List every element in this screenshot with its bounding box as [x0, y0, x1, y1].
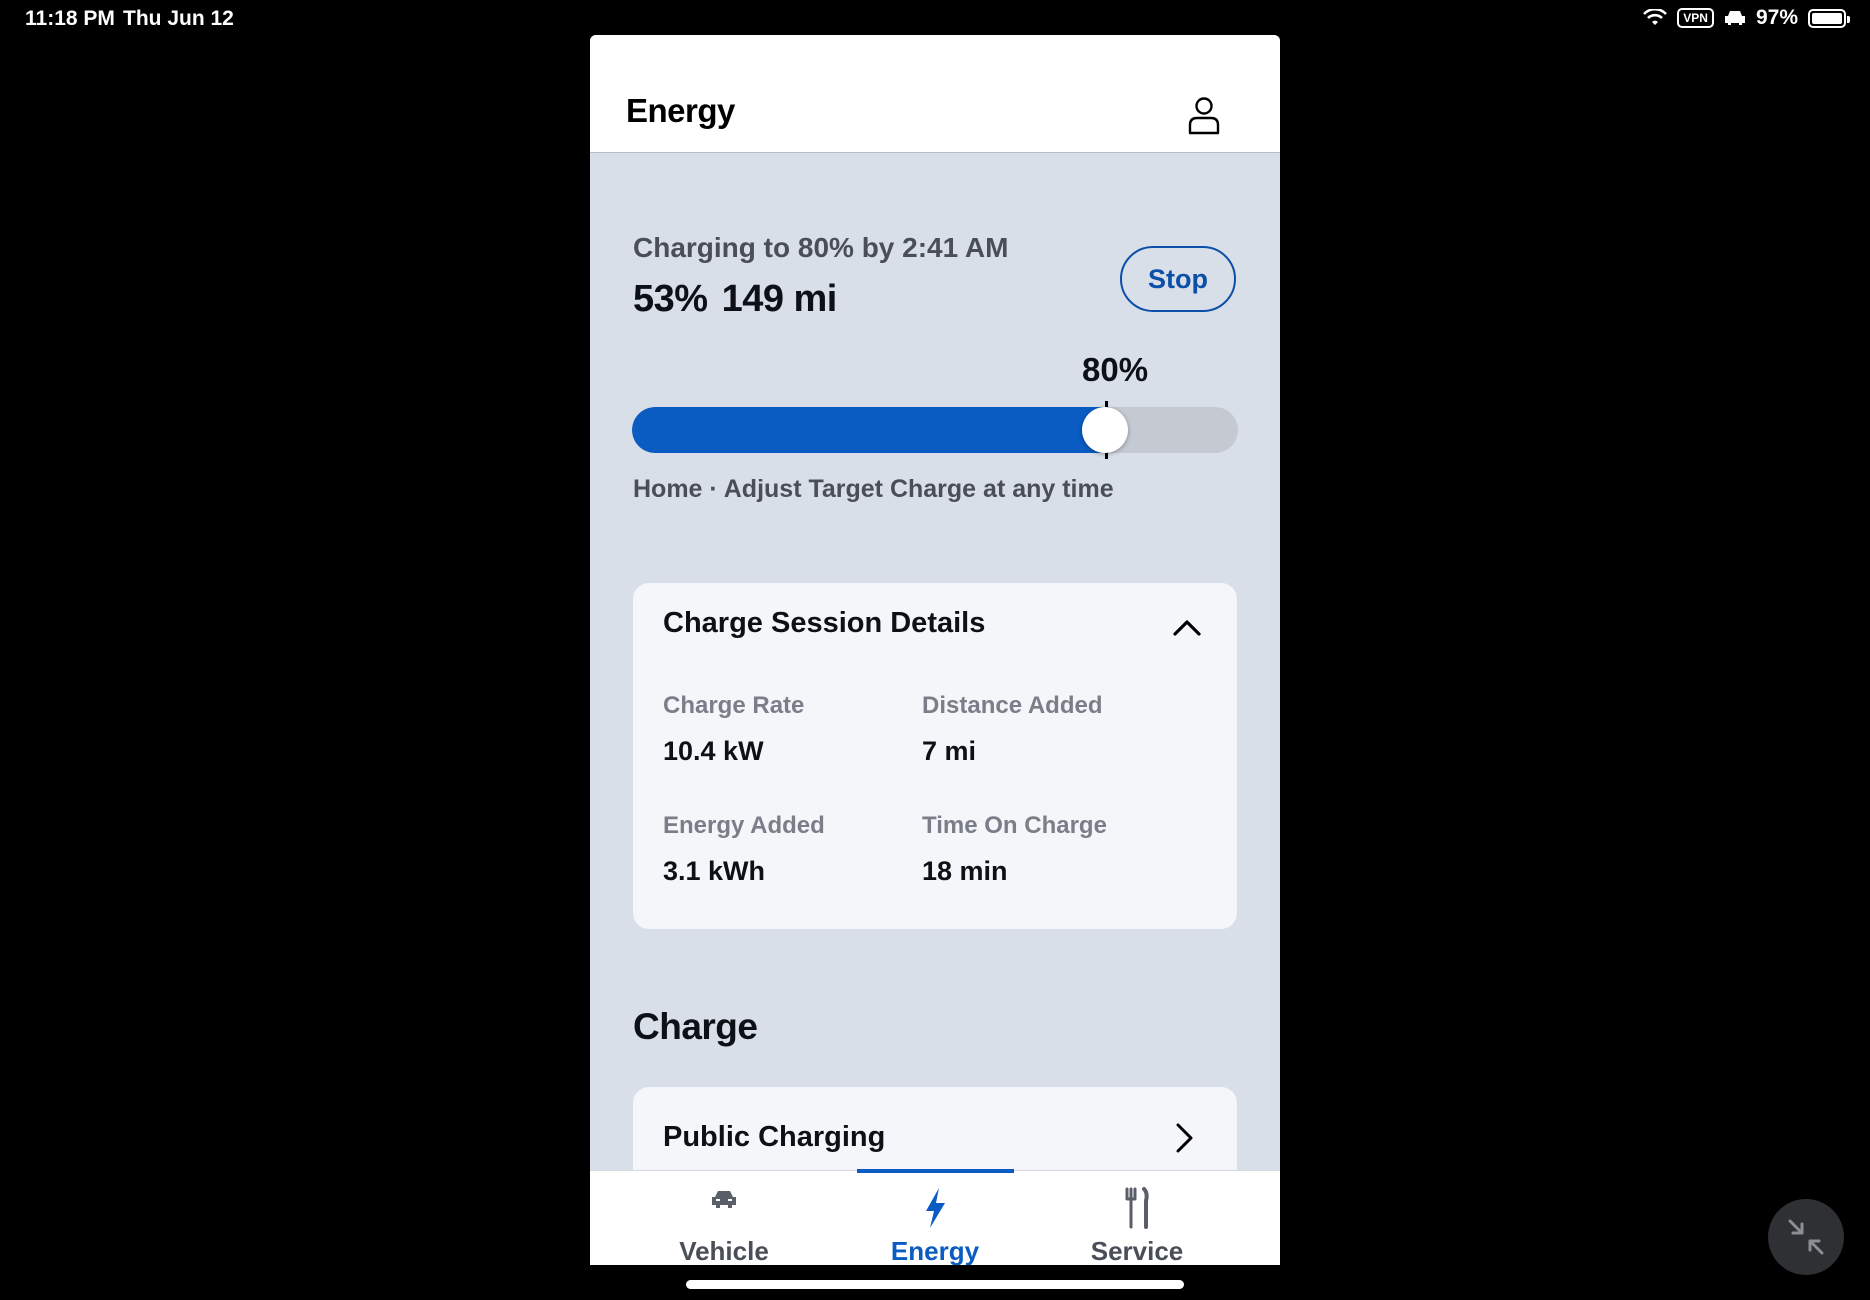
distance-added-label: Distance Added: [922, 692, 1103, 719]
charge-level-fill: [632, 407, 1109, 453]
battery-icon: [1808, 8, 1850, 28]
stop-charging-button[interactable]: Stop: [1120, 246, 1236, 312]
exit-fullscreen-button[interactable]: [1768, 1199, 1844, 1275]
session-details-title: Charge Session Details: [663, 607, 986, 639]
car-icon: [1724, 11, 1745, 25]
status-right-cluster: VPN 97%: [1643, 6, 1850, 30]
time-on-charge-value: 18 min: [922, 856, 1008, 886]
battery-percent: 97%: [1755, 6, 1798, 29]
tools-icon: [1125, 1187, 1149, 1229]
charging-status-text: Charging to 80% by 2:41 AM: [633, 232, 1009, 263]
distance-added-value: 7 mi: [922, 736, 977, 766]
charge-stats: 53% 149 mi: [633, 278, 837, 321]
charge-section-heading: Charge: [633, 1006, 758, 1047]
nav-tab-energy[interactable]: Energy: [835, 1171, 1035, 1265]
energy-added-value: 3.1 kWh: [663, 856, 766, 886]
current-range: 149 mi: [721, 278, 838, 320]
lightning-icon: [926, 1188, 945, 1228]
nav-tab-service[interactable]: Service: [1037, 1171, 1237, 1265]
location-note: Home · Adjust Target Charge at any time: [633, 475, 1114, 503]
nav-label-service: Service: [1090, 1236, 1184, 1265]
collapse-arrows-icon: [1788, 1219, 1824, 1255]
energy-added-label: Energy Added: [663, 812, 825, 839]
app-header: Energy: [590, 35, 1280, 153]
current-charge-percent: 53%: [633, 278, 708, 320]
wifi-icon: [1643, 9, 1668, 25]
home-indicator[interactable]: [686, 1280, 1184, 1289]
nav-label-vehicle: Vehicle: [679, 1236, 769, 1265]
target-charge-label: 80%: [1082, 351, 1149, 388]
target-charge-slider[interactable]: [632, 407, 1238, 453]
public-charging-label: Public Charging: [663, 1121, 886, 1153]
energy-app-window: Energy Charging to 80% by 2:41 AM 53% 149…: [590, 35, 1280, 1265]
vpn-badge: VPN: [1677, 8, 1714, 28]
car-icon: [712, 1191, 736, 1208]
charge-session-card: Charge Session Details Charge Rate 10.4 …: [633, 583, 1237, 929]
slider-thumb[interactable]: [1082, 407, 1128, 453]
nav-label-energy: Energy: [890, 1236, 980, 1265]
charge-rate-value: 10.4 kW: [663, 736, 764, 766]
status-time: 11:18 PM: [25, 7, 115, 30]
chevron-up-icon[interactable]: [1169, 609, 1205, 645]
charge-rate-label: Charge Rate: [663, 692, 805, 719]
status-date: Thu Jun 12: [123, 7, 234, 30]
bottom-navigation: Vehicle Energy Service: [590, 1169, 1280, 1265]
chevron-right-icon: [1176, 1123, 1193, 1153]
status-bar: 11:18 PM Thu Jun 12 VPN 97%: [0, 0, 1870, 38]
time-on-charge-label: Time On Charge: [922, 812, 1107, 839]
nav-tab-vehicle[interactable]: Vehicle: [624, 1171, 824, 1265]
person-icon[interactable]: [1186, 95, 1222, 135]
page-title: Energy: [626, 92, 735, 129]
